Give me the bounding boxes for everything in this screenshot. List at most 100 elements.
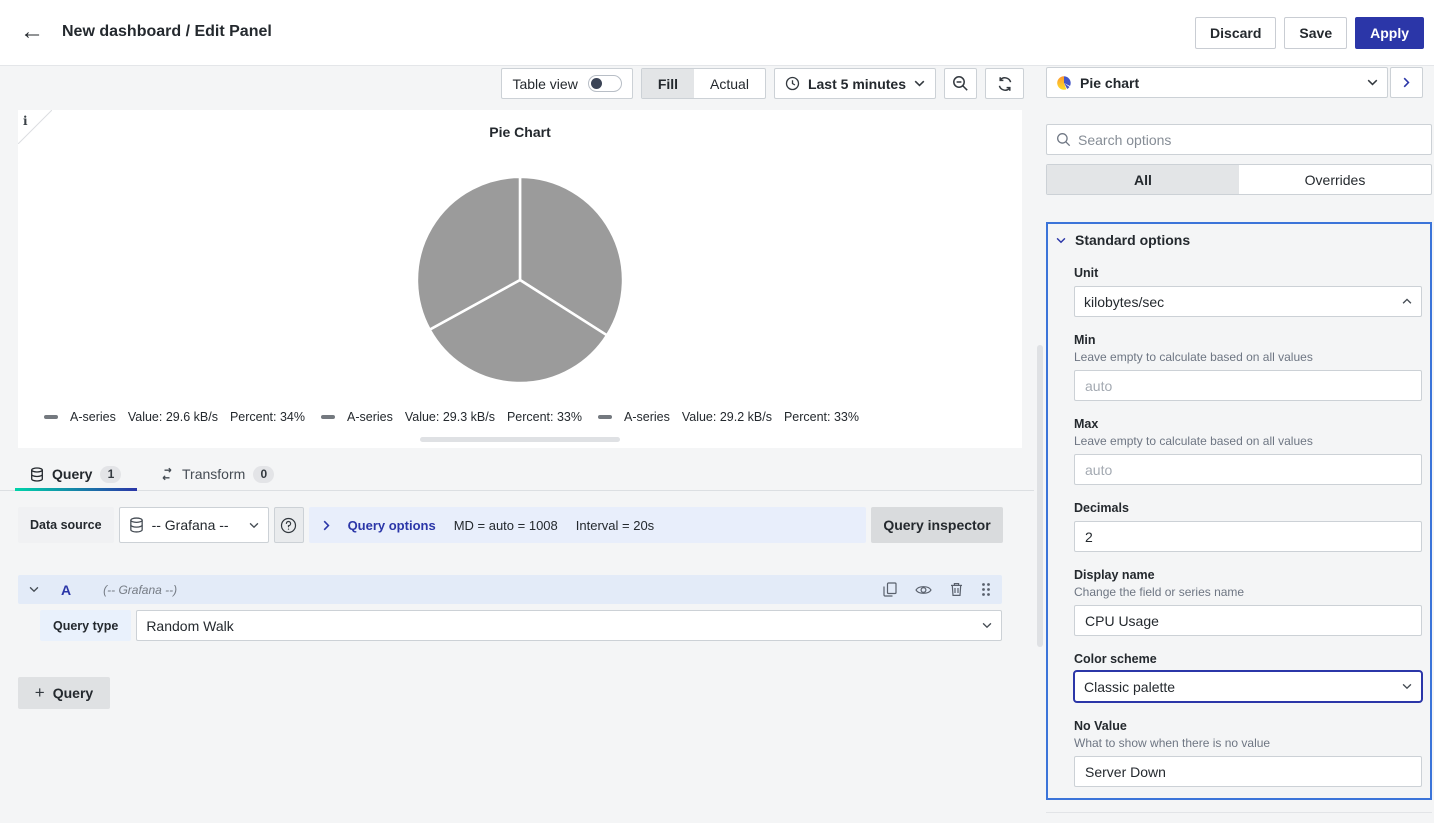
clock-icon (785, 76, 800, 91)
tab-all[interactable]: All (1047, 165, 1239, 194)
max-input[interactable] (1074, 454, 1422, 485)
legend-percent: Percent: 34% (230, 410, 305, 424)
vertical-scrollbar[interactable] (1037, 345, 1043, 647)
display-name-label: Display name (1074, 568, 1155, 582)
min-description: Leave empty to calculate based on all va… (1074, 350, 1313, 364)
save-button[interactable]: Save (1284, 17, 1347, 49)
no-value-label: No Value (1074, 719, 1127, 733)
options-filter-tabs: All Overrides (1046, 164, 1432, 195)
decimals-input[interactable] (1074, 521, 1422, 552)
visualization-select[interactable]: Pie chart (1046, 67, 1388, 98)
data-source-select[interactable]: -- Grafana -- (119, 507, 269, 543)
color-scheme-select[interactable]: Classic palette (1073, 670, 1423, 703)
pie-chart[interactable] (412, 172, 628, 388)
visualization-panel: i Pie Chart A-series Value: 29.6 kB/s Pe… (18, 110, 1022, 448)
plus-icon: + (35, 683, 45, 703)
apply-button[interactable]: Apply (1355, 17, 1424, 49)
chevron-down-icon[interactable] (29, 586, 39, 593)
collapse-options-pane-button[interactable] (1390, 67, 1423, 98)
horizontal-scrollbar[interactable] (420, 437, 620, 442)
refresh-icon (997, 76, 1013, 92)
unit-select[interactable]: kilobytes/sec (1074, 286, 1422, 317)
legend-value: Value: 29.2 kB/s (682, 410, 772, 424)
fill-actual-group: Fill Actual (641, 68, 766, 99)
standard-options-section-header[interactable]: Standard options (1056, 232, 1190, 248)
legend-marker-icon (321, 415, 335, 419)
time-range-picker[interactable]: Last 5 minutes (774, 68, 936, 99)
database-icon (129, 517, 144, 533)
display-name-description: Change the field or series name (1074, 585, 1244, 599)
time-range-label: Last 5 minutes (808, 76, 906, 92)
decimals-label: Decimals (1074, 501, 1129, 515)
legend-item[interactable]: A-series Value: 29.2 kB/s Percent: 33% (598, 410, 859, 424)
chevron-down-icon (1367, 79, 1378, 86)
tab-query[interactable]: Query 1 (15, 458, 137, 490)
max-data-points-text: MD = auto = 1008 (454, 518, 558, 533)
query-inspector-button[interactable]: Query inspector (871, 507, 1003, 543)
legend-series-name: A-series (70, 410, 116, 424)
query-datasource-hint: (-- Grafana --) (103, 583, 177, 597)
chevron-down-icon (1402, 683, 1412, 690)
zoom-out-button[interactable] (944, 68, 977, 99)
query-options-label: Query options (348, 518, 436, 533)
max-description: Leave empty to calculate based on all va… (1074, 434, 1313, 448)
query-type-value: Random Walk (146, 618, 233, 634)
tab-transform[interactable]: Transform 0 (146, 458, 288, 490)
tab-overrides[interactable]: Overrides (1239, 165, 1431, 194)
data-source-value: -- Grafana -- (152, 517, 229, 533)
tab-query-label: Query (52, 466, 92, 482)
add-query-label: Query (53, 685, 93, 701)
database-icon (30, 467, 44, 482)
query-count-badge: 1 (100, 466, 121, 483)
chevron-down-icon (1056, 237, 1066, 244)
hide-response-eye-icon[interactable] (915, 584, 932, 596)
max-label: Max (1074, 417, 1098, 431)
interval-text: Interval = 20s (576, 518, 654, 533)
add-query-button[interactable]: + Query (18, 677, 110, 709)
query-row-header[interactable]: A (-- Grafana --) (18, 575, 1002, 604)
unit-value: kilobytes/sec (1084, 294, 1164, 310)
legend-series-name: A-series (347, 410, 393, 424)
refresh-button[interactable] (985, 68, 1024, 99)
unit-label: Unit (1074, 266, 1098, 280)
min-input[interactable] (1074, 370, 1422, 401)
query-type-label: Query type (40, 610, 131, 641)
search-icon (1056, 132, 1071, 147)
pie-legend: A-series Value: 29.6 kB/s Percent: 34% A… (44, 410, 859, 424)
discard-button[interactable]: Discard (1195, 17, 1276, 49)
table-view-toggle[interactable] (588, 75, 622, 92)
back-button[interactable]: ← (20, 19, 44, 45)
page-title: New dashboard / Edit Panel (62, 23, 272, 41)
delete-query-trash-icon[interactable] (950, 582, 963, 597)
tab-transform-label: Transform (182, 466, 245, 482)
chevron-down-icon (982, 622, 992, 629)
query-options-bar[interactable]: Query options MD = auto = 1008 Interval … (309, 507, 866, 543)
header-actions: Discard Save Apply (1195, 17, 1424, 49)
legend-value: Value: 29.3 kB/s (405, 410, 495, 424)
data-source-row: Data source -- Grafana -- Query options … (18, 507, 1003, 543)
display-name-input[interactable] (1074, 605, 1422, 636)
standard-options-title: Standard options (1075, 232, 1190, 248)
color-scheme-value: Classic palette (1084, 679, 1175, 695)
chevron-down-icon (914, 80, 925, 87)
app-header: ← New dashboard / Edit Panel Discard Sav… (0, 0, 1434, 66)
query-ref-id: A (61, 582, 71, 598)
chevron-right-icon (323, 520, 330, 531)
editor-tabs-bar: Query 1 Transform 0 (0, 458, 1034, 491)
drag-handle-icon[interactable] (981, 582, 991, 597)
sidebar-section-divider (1046, 812, 1432, 813)
legend-item[interactable]: A-series Value: 29.6 kB/s Percent: 34% (44, 410, 305, 424)
data-source-help-button[interactable] (274, 507, 304, 543)
transform-icon (160, 467, 174, 481)
duplicate-query-icon[interactable] (883, 582, 897, 597)
fill-button[interactable]: Fill (642, 69, 694, 98)
query-type-select[interactable]: Random Walk (136, 610, 1002, 641)
legend-percent: Percent: 33% (507, 410, 582, 424)
panel-toolbar: Table view Fill Actual Last 5 minutes (0, 68, 1034, 99)
color-scheme-label: Color scheme (1074, 652, 1157, 666)
legend-item[interactable]: A-series Value: 29.3 kB/s Percent: 33% (321, 410, 582, 424)
no-value-input[interactable] (1074, 756, 1422, 787)
search-options-input[interactable] (1078, 132, 1422, 148)
data-source-label: Data source (18, 507, 114, 543)
actual-button[interactable]: Actual (694, 69, 765, 98)
